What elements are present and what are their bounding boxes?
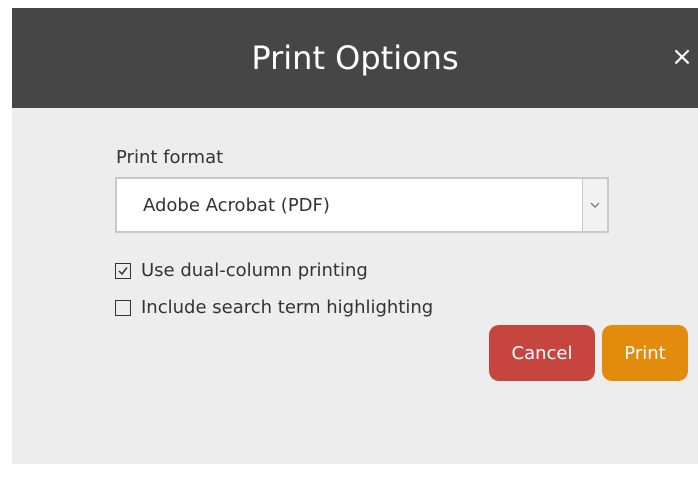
print-format-select[interactable]: Adobe Acrobat (PDF) bbox=[115, 177, 609, 233]
close-icon: × bbox=[671, 42, 693, 72]
dual-column-option[interactable]: Use dual-column printing bbox=[115, 260, 368, 281]
cancel-button[interactable]: Cancel bbox=[489, 325, 595, 381]
print-format-value: Adobe Acrobat (PDF) bbox=[143, 195, 330, 216]
print-format-label: Print format bbox=[116, 147, 224, 168]
highlighting-checkbox[interactable] bbox=[115, 299, 131, 316]
print-button[interactable]: Print bbox=[602, 325, 688, 381]
dialog-header: Print Options × bbox=[12, 8, 698, 108]
dual-column-label: Use dual-column printing bbox=[141, 260, 368, 281]
print-options-dialog: Print Options × Print format Adobe Acrob… bbox=[12, 8, 698, 464]
chevron-down-icon bbox=[582, 179, 607, 231]
highlighting-option[interactable]: Include search term highlighting bbox=[115, 297, 433, 318]
close-button[interactable]: × bbox=[670, 44, 694, 70]
dual-column-checkbox[interactable] bbox=[115, 262, 131, 279]
highlighting-label: Include search term highlighting bbox=[141, 297, 434, 318]
checkmark-icon bbox=[118, 266, 128, 275]
dialog-title: Print Options bbox=[251, 39, 459, 77]
